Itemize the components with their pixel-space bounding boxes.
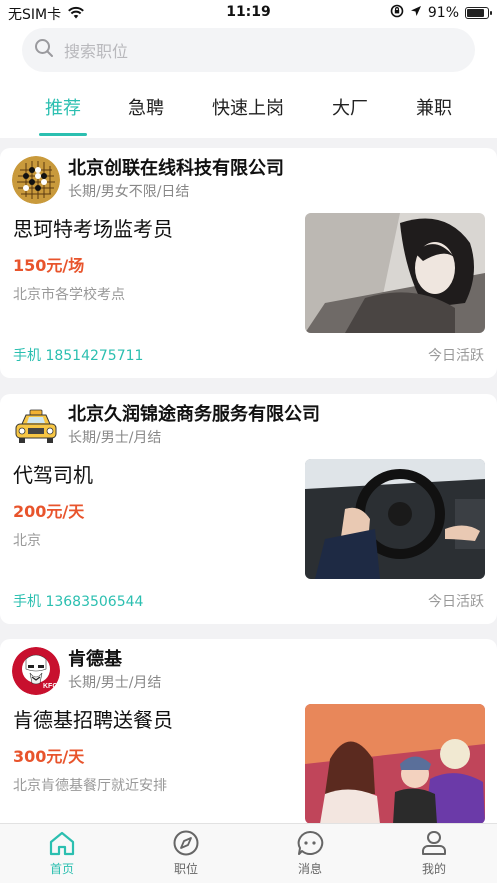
tabbar-home[interactable]: 首页 <box>22 830 102 877</box>
job-card[interactable]: 北京久润锦途商务服务有限公司 长期/男士/月结 代驾司机 200元/天 北京 手… <box>0 394 497 624</box>
activity-status: 今日活跃 <box>428 348 484 364</box>
job-location: 北京市各学校考点 <box>13 287 125 303</box>
company-name: 北京久润锦途商务服务有限公司 <box>68 404 320 425</box>
company-logo: KFC <box>12 647 60 695</box>
header: 搜索职位 推荐 急聘 快速上岗 大厂 兼职 <box>0 26 497 138</box>
search-placeholder[interactable]: 搜索职位 <box>64 38 128 62</box>
tabbar-messages-label: 消息 <box>297 862 322 876</box>
home-icon <box>22 830 102 856</box>
orientation-lock-icon <box>390 4 404 22</box>
profile-icon <box>394 830 474 856</box>
tab-part-time[interactable]: 兼职 <box>416 94 452 120</box>
job-location: 北京 <box>13 533 41 549</box>
svg-text:KFC: KFC <box>43 683 57 690</box>
job-location: 北京肯德基餐厅就近安排 <box>13 778 167 794</box>
tab-urgent[interactable]: 急聘 <box>128 94 164 120</box>
tabbar-jobs-label: 职位 <box>173 862 198 876</box>
compass-icon <box>146 830 226 856</box>
job-terms: 长期/男士/月结 <box>68 430 162 446</box>
company-name: 肯德基 <box>68 649 122 670</box>
tabbar-profile-label: 我的 <box>421 862 446 876</box>
location-arrow-icon <box>410 5 422 21</box>
search-icon <box>34 38 54 62</box>
company-name: 北京创联在线科技有限公司 <box>68 158 284 179</box>
job-title: 肯德基招聘送餐员 <box>13 708 173 732</box>
battery-percent: 91% <box>427 5 459 21</box>
tabbar-profile[interactable]: 我的 <box>394 830 474 877</box>
job-image <box>305 213 485 333</box>
job-terms: 长期/男女不限/日结 <box>68 184 190 200</box>
salary: 200元/天 <box>13 502 85 521</box>
message-icon <box>270 830 350 856</box>
active-tab-indicator <box>39 133 87 136</box>
status-bar: 无SIM卡 11:19 91% <box>0 0 497 26</box>
tabbar-home-label: 首页 <box>49 862 74 876</box>
tab-quick-start[interactable]: 快速上岗 <box>212 94 284 120</box>
job-title: 思珂特考场监考员 <box>13 217 173 241</box>
contact-phone[interactable]: 手机 18514275711 <box>13 345 143 365</box>
battery-icon <box>465 7 492 19</box>
search-bar[interactable]: 搜索职位 <box>22 28 475 72</box>
bottom-tab-bar: 首页 职位 消息 我的 <box>0 823 497 883</box>
salary: 150元/场 <box>13 256 85 275</box>
tab-big-company[interactable]: 大厂 <box>332 94 368 120</box>
contact-phone[interactable]: 手机 13683506544 <box>13 591 143 611</box>
job-title: 代驾司机 <box>13 463 93 487</box>
job-terms: 长期/男士/月结 <box>68 675 162 691</box>
job-card[interactable]: 北京创联在线科技有限公司 长期/男女不限/日结 思珂特考场监考员 150元/场 … <box>0 148 497 378</box>
job-image <box>305 704 485 824</box>
job-image <box>305 459 485 579</box>
salary: 300元/天 <box>13 747 85 766</box>
company-logo <box>12 156 60 204</box>
tabbar-messages[interactable]: 消息 <box>270 830 350 877</box>
company-logo <box>12 402 60 450</box>
category-tabs: 推荐 急聘 快速上岗 大厂 兼职 <box>0 88 497 138</box>
activity-status: 今日活跃 <box>428 594 484 610</box>
tabbar-jobs[interactable]: 职位 <box>146 830 226 877</box>
tab-recommend[interactable]: 推荐 <box>45 94 81 120</box>
